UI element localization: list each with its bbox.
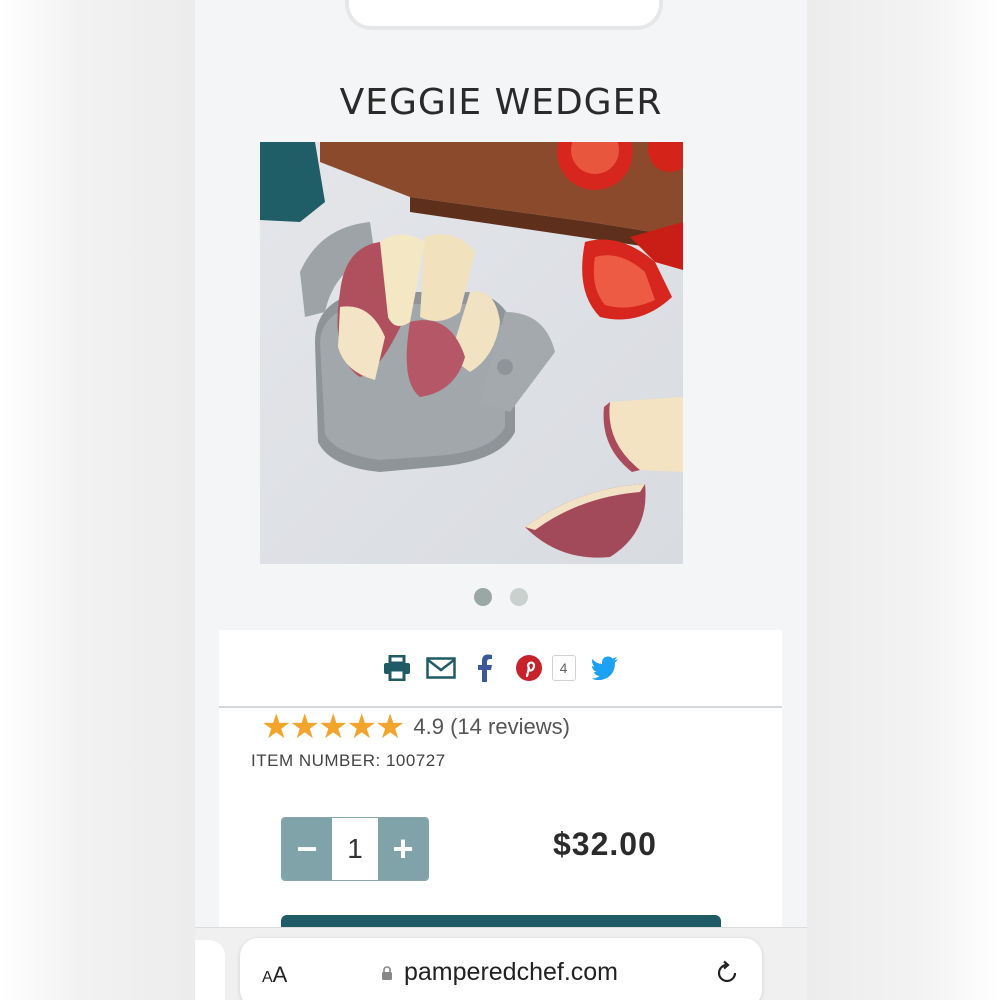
top-search-bar-edge (345, 0, 663, 30)
product-image[interactable] (260, 142, 683, 564)
previous-tab-preview[interactable] (195, 940, 225, 1000)
phone-screen: VEGGIE WEDGER 4 ★★★★★ 4.9 (14 reviews) I… (195, 0, 807, 1000)
pinterest-count: 4 (551, 655, 576, 681)
background-right (807, 0, 1000, 1000)
facebook-icon[interactable] (470, 653, 500, 683)
url-text[interactable]: pamperedchef.com (404, 958, 618, 987)
lock-icon (382, 966, 392, 980)
decrease-quantity-button[interactable]: − (282, 818, 332, 880)
page-title: VEGGIE WEDGER (339, 82, 663, 124)
twitter-icon[interactable] (590, 653, 620, 683)
rating-text[interactable]: 4.9 (14 reviews) (413, 714, 570, 740)
address-bar[interactable]: AA pamperedchef.com (240, 938, 762, 1000)
rating-row[interactable]: ★★★★★ 4.9 (14 reviews) (261, 710, 570, 744)
background-left (0, 0, 195, 1000)
text-size-button[interactable]: AA (262, 962, 287, 988)
increase-quantity-button[interactable]: + (378, 818, 428, 880)
print-icon[interactable] (382, 653, 412, 683)
quantity-stepper: − 1 + (281, 817, 429, 881)
browser-toolbar: AA pamperedchef.com (195, 927, 807, 1000)
product-info-card: 4 ★★★★★ 4.9 (14 reviews) ITEM NUMBER: 10… (219, 630, 782, 941)
email-icon[interactable] (425, 653, 456, 683)
carousel-dots (195, 588, 807, 611)
reload-icon[interactable] (714, 960, 740, 986)
product-photo (260, 142, 683, 564)
share-bar: 4 (219, 630, 782, 708)
star-rating-icon: ★★★★★ (261, 708, 405, 746)
carousel-dot-2[interactable] (510, 588, 529, 606)
quantity-value[interactable]: 1 (332, 818, 378, 880)
item-number: ITEM NUMBER: 100727 (251, 751, 446, 770)
pinterest-icon[interactable] (514, 653, 544, 683)
carousel-dot-1[interactable] (473, 588, 492, 606)
price: $32.00 (553, 826, 657, 862)
